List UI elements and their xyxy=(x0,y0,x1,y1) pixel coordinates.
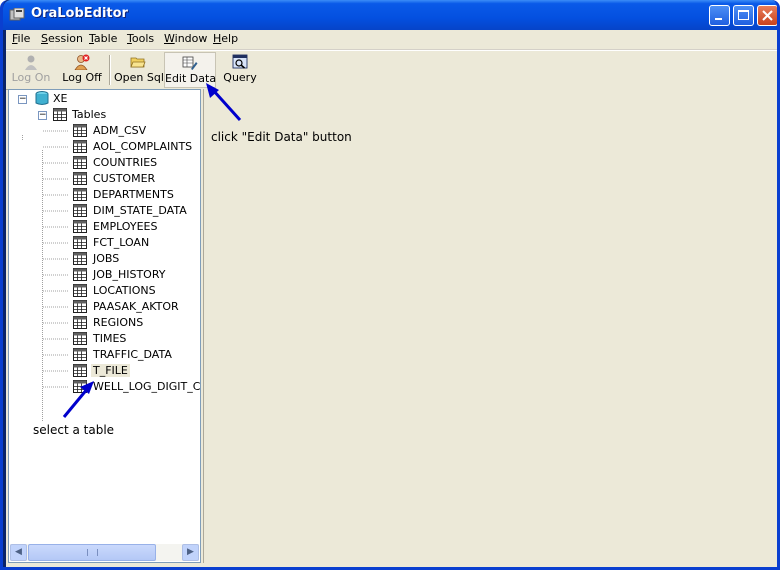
edit-data-hint: click "Edit Data" button xyxy=(211,130,352,144)
maximize-icon xyxy=(738,10,749,20)
menu-file[interactable]: File xyxy=(12,32,30,45)
horizontal-scrollbar[interactable]: ◀ ▶ xyxy=(10,544,199,561)
maximize-button[interactable] xyxy=(733,5,754,26)
menu-session[interactable]: Session xyxy=(41,32,83,45)
title-bar[interactable]: OraLobEditor xyxy=(3,0,777,30)
menu-bar: File Session Table Tools Window Help xyxy=(6,30,777,50)
workspace-panel: click "Edit Data" button xyxy=(203,89,777,563)
menu-tools[interactable]: Tools xyxy=(127,32,154,45)
log-off-button[interactable]: Log Off xyxy=(60,52,104,88)
scroll-left-button[interactable]: ◀ xyxy=(10,544,27,561)
toolbar: Log On Log Off Open Sql Edit Data Query xyxy=(6,50,777,90)
menu-help[interactable]: Help xyxy=(213,32,238,45)
client-area: File Session Table Tools Window Help Log… xyxy=(6,30,777,567)
query-button[interactable]: Query xyxy=(220,52,260,88)
menu-window[interactable]: Window xyxy=(164,32,207,45)
toolbar-separator xyxy=(109,55,111,85)
window-title: OraLobEditor xyxy=(31,6,128,21)
query-icon xyxy=(232,54,248,69)
folder-open-icon xyxy=(130,57,146,68)
scrollbar-thumb[interactable] xyxy=(28,544,156,561)
app-icon xyxy=(9,8,25,21)
thumb-grip-icon xyxy=(87,549,98,556)
table-tree[interactable]: − XE − Tables ADM_CSV AOL_COMPLAINTS COUNTRIES… xyxy=(8,89,201,563)
edit-table-icon xyxy=(182,56,198,70)
log-on-button[interactable]: Log On xyxy=(11,52,51,88)
minimize-button[interactable] xyxy=(709,5,730,26)
user-icon xyxy=(25,55,37,70)
user-logoff-icon xyxy=(74,54,90,70)
open-sql-button[interactable]: Open Sql xyxy=(114,52,164,88)
scroll-right-button[interactable]: ▶ xyxy=(182,544,199,561)
close-icon xyxy=(762,10,773,21)
minimize-icon xyxy=(715,18,722,20)
tree-lines xyxy=(22,135,43,422)
app-window: OraLobEditor File Session Table Tools Wi… xyxy=(0,0,780,570)
select-table-hint: select a table xyxy=(33,423,115,437)
menu-table[interactable]: Table xyxy=(89,32,117,45)
close-button[interactable] xyxy=(757,5,777,26)
edit-data-button[interactable]: Edit Data xyxy=(164,52,216,88)
